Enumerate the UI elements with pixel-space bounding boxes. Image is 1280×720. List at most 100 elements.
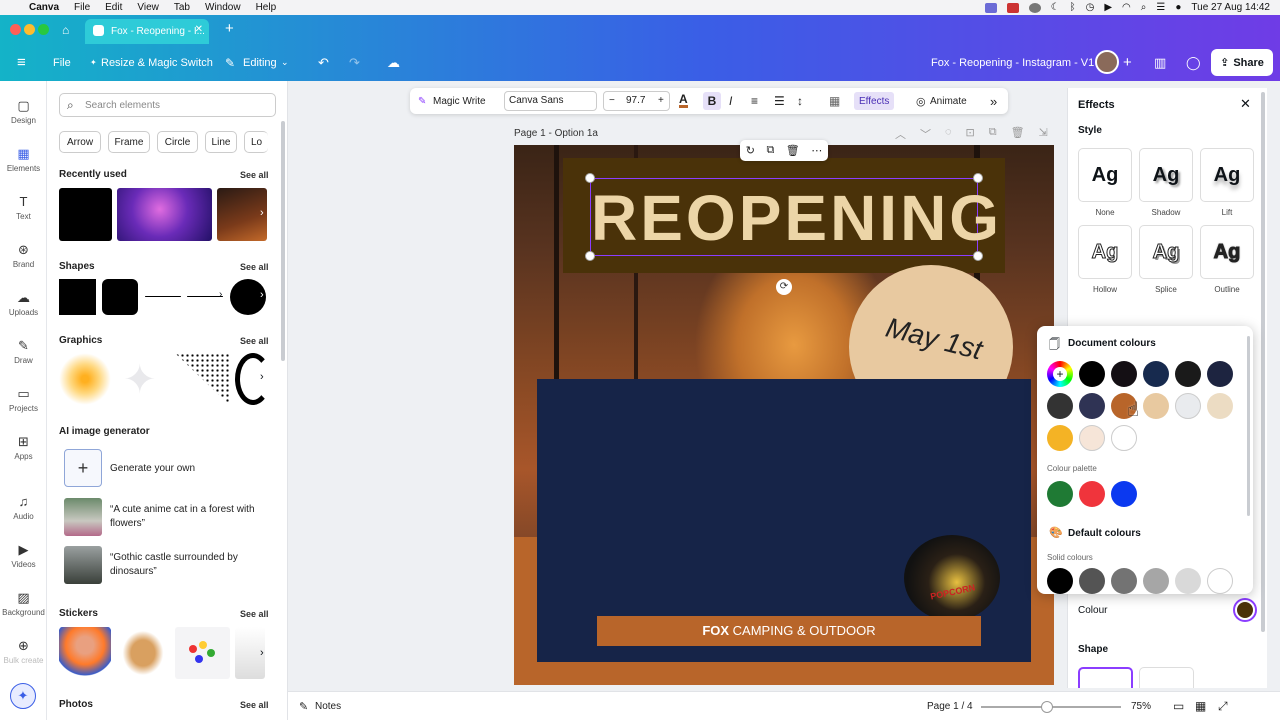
recent-galaxy-image[interactable]	[117, 188, 212, 241]
resize-handle[interactable]	[585, 173, 595, 183]
photos-see-all[interactable]: See all	[240, 700, 269, 710]
menu-edit[interactable]: Edit	[105, 2, 122, 13]
resize-magic-switch-button[interactable]: Resize & Magic Switch	[101, 44, 213, 81]
animate-button[interactable]: Animate	[930, 88, 967, 114]
resize-handle[interactable]	[585, 251, 595, 261]
search-elements-input[interactable]: Search elements	[59, 93, 276, 117]
style-hollow[interactable]: Ag	[1078, 225, 1132, 279]
recently-used-see-all[interactable]: See all	[240, 170, 269, 180]
font-family-select[interactable]: Canva Sans	[504, 91, 597, 111]
palette-colour-swatch[interactable]	[1111, 481, 1137, 507]
chip-more[interactable]: Lo	[244, 131, 268, 153]
colour-swatch-button[interactable]	[1235, 600, 1255, 620]
text-color-icon[interactable]: A	[679, 92, 688, 108]
hamburger-icon[interactable]: ≡	[17, 44, 26, 81]
chevron-right-icon[interactable]: ›	[260, 647, 264, 659]
close-window-icon[interactable]	[10, 24, 21, 35]
app-status-icon[interactable]	[1006, 2, 1019, 13]
add-page-icon[interactable]: ⇲	[1039, 126, 1048, 142]
fullscreen-icon[interactable]: ⤢	[1218, 699, 1228, 714]
screen-record-icon[interactable]	[984, 2, 997, 13]
browser-tab[interactable]: Fox - Reopening - I... ✕	[85, 19, 209, 44]
document-colour-swatch[interactable]	[1047, 425, 1073, 451]
document-colour-swatch[interactable]	[1079, 425, 1105, 451]
italic-button[interactable]: I	[729, 88, 732, 114]
rail-apps[interactable]: ⊞ Apps	[0, 435, 47, 462]
add-colour-button[interactable]: +	[1047, 361, 1073, 387]
document-title[interactable]: Fox - Reopening - Instagram - V1	[931, 44, 1094, 81]
editing-mode-button[interactable]: Editing	[243, 44, 277, 81]
comment-icon[interactable]: ◯	[1186, 44, 1201, 81]
generate-own-label[interactable]: Generate your own	[110, 463, 195, 474]
recent-black-square[interactable]	[59, 188, 112, 241]
page-label[interactable]: Page 1 - Option 1a	[514, 128, 598, 139]
close-icon[interactable]: ✕	[1240, 96, 1251, 112]
shape-rounded-square[interactable]	[102, 279, 138, 315]
chip-circle[interactable]: Circle	[157, 131, 198, 153]
solid-colour-swatch[interactable]	[1079, 568, 1105, 594]
play-icon[interactable]: ▶	[1104, 2, 1112, 13]
graphic-halftone[interactable]	[175, 353, 229, 405]
graphic-ring[interactable]	[235, 353, 271, 405]
delete-icon[interactable]: 🗑	[786, 144, 800, 157]
chevron-right-icon[interactable]: ›	[260, 289, 264, 301]
palette-colour-swatch[interactable]	[1047, 481, 1073, 507]
align-center-icon[interactable]: ≡	[751, 88, 758, 114]
resize-handle[interactable]	[973, 173, 983, 183]
more-icon[interactable]: ⋯	[811, 144, 822, 157]
document-colour-swatch[interactable]	[1143, 393, 1169, 419]
solid-colour-swatch[interactable]	[1207, 568, 1233, 594]
page-indicator[interactable]: Page 1 / 4	[927, 701, 973, 712]
document-colour-swatch[interactable]	[1143, 361, 1169, 387]
new-tab-button[interactable]: +	[225, 20, 234, 37]
shape-arrow-line[interactable]	[187, 296, 223, 297]
rail-design[interactable]: ▢ Design	[0, 99, 47, 126]
document-colour-swatch[interactable]	[1079, 361, 1105, 387]
brand-banner[interactable]: FOX CAMPING & OUTDOOR	[597, 616, 981, 646]
headline-text[interactable]: REOPENING	[590, 178, 999, 256]
menu-app-name[interactable]: Canva	[29, 2, 59, 13]
more-options-icon[interactable]: »	[990, 88, 997, 114]
file-menu-button[interactable]: File	[53, 44, 71, 81]
grid-view-icon[interactable]: ▦	[1195, 699, 1206, 713]
avatar[interactable]	[1095, 50, 1119, 74]
popcorn-image[interactable]: POPCORN	[904, 535, 1000, 621]
rail-draw[interactable]: ✎ Draw	[0, 339, 47, 366]
shape-line[interactable]	[145, 296, 181, 297]
sticker-person[interactable]	[59, 627, 111, 679]
ai-prompt-cat[interactable]: “A cute anime cat in a forest with flowe…	[110, 503, 270, 531]
font-size-decrease[interactable]: −	[609, 95, 615, 106]
style-shadow[interactable]: Ag	[1139, 148, 1193, 202]
status-dot-icon[interactable]	[1028, 2, 1041, 13]
ai-cat-thumbnail[interactable]	[64, 498, 102, 536]
document-colour-swatch[interactable]	[1111, 361, 1137, 387]
rotate-handle-icon[interactable]: ⟳	[776, 279, 792, 295]
panel-scrollbar[interactable]	[281, 121, 285, 361]
share-button[interactable]: ⇪ Share	[1211, 49, 1273, 76]
style-splice[interactable]: Ag	[1139, 225, 1193, 279]
magic-write-button[interactable]: Magic Write	[433, 88, 486, 114]
delete-page-icon[interactable]: 🗑	[1011, 126, 1025, 142]
time-machine-icon[interactable]: ◷	[1086, 2, 1095, 13]
rail-bulk-create[interactable]: ⊕ Bulk create	[0, 639, 47, 666]
duplicate-page-icon[interactable]: ⧉	[989, 126, 997, 142]
graphic-sparkle-icon[interactable]: ✦	[123, 357, 157, 403]
lock-page-icon[interactable]: ⊡	[966, 126, 975, 142]
zoom-level[interactable]: 75%	[1131, 701, 1151, 712]
rail-text[interactable]: T Text	[0, 195, 47, 222]
chevron-down-icon[interactable]: ⌄	[281, 44, 289, 81]
hide-page-icon[interactable]: ◌	[945, 126, 952, 142]
sticker-dog[interactable]	[119, 627, 167, 679]
style-lift[interactable]: Ag	[1200, 148, 1254, 202]
font-size-input[interactable]: 97.7	[626, 95, 645, 106]
moon-icon[interactable]: ☾	[1051, 2, 1060, 13]
shape-option-none[interactable]	[1078, 667, 1133, 688]
menu-file[interactable]: File	[74, 2, 90, 13]
solid-colour-swatch[interactable]	[1111, 568, 1137, 594]
bluetooth-icon[interactable]: ᛒ	[1070, 2, 1076, 13]
rail-projects[interactable]: ▭ Projects	[0, 387, 47, 414]
undo-icon[interactable]: ↶	[318, 44, 329, 81]
menu-tab[interactable]: Tab	[174, 2, 190, 13]
rail-audio[interactable]: ♫ Audio	[0, 495, 47, 522]
stickers-see-all[interactable]: See all	[240, 609, 269, 619]
